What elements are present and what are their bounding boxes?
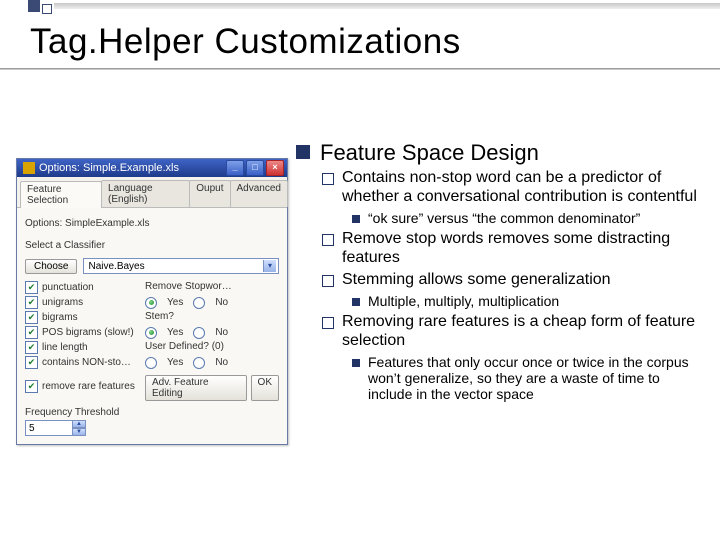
radio-yes[interactable]	[145, 327, 157, 339]
check-bigrams[interactable]: ✔bigrams	[25, 311, 145, 324]
bullet-l3: Multiple, multiply, multiplication	[352, 293, 706, 309]
check-unigrams[interactable]: ✔unigrams	[25, 296, 145, 309]
select-classifier-label: Select a Classifier	[25, 240, 105, 251]
close-button[interactable]: ×	[266, 160, 284, 176]
check-contains-nonstop[interactable]: ✔contains NON-sto…	[25, 356, 145, 369]
radio-no[interactable]	[193, 297, 205, 309]
radio-remove-stopwords[interactable]: Yes No	[145, 296, 279, 309]
options-window: Options: Simple.Example.xls _ □ × Featur…	[16, 158, 288, 445]
radio-yes[interactable]	[145, 297, 157, 309]
bullet-l2: Remove stop words removes some distracti…	[322, 230, 706, 267]
slide-title-underline	[0, 68, 720, 70]
tab-output[interactable]: Ouput	[189, 180, 230, 207]
adv-feature-editing-button[interactable]: Adv. Feature Editing	[145, 375, 247, 401]
small-square-bullet-icon	[352, 359, 360, 367]
hollow-square-bullet-icon	[322, 317, 334, 329]
bullet-l2: Removing rare features is a cheap form o…	[322, 313, 706, 350]
choose-button[interactable]: Choose	[25, 259, 77, 274]
frequency-threshold-input[interactable]	[25, 420, 73, 436]
square-bullet-icon	[296, 145, 310, 159]
small-square-bullet-icon	[352, 215, 360, 223]
radio-no[interactable]	[193, 327, 205, 339]
radio-no[interactable]	[193, 357, 205, 369]
options-file-label: Options: SimpleExample.xls	[25, 218, 150, 229]
titlebar[interactable]: Options: Simple.Example.xls _ □ ×	[17, 159, 287, 177]
tab-feature-selection[interactable]: Feature Selection	[20, 181, 102, 208]
check-pos-bigrams[interactable]: ✔POS bigrams (slow!)	[25, 326, 145, 339]
slide-header-decoration	[28, 0, 98, 14]
radio-user-defined[interactable]: Yes No	[145, 356, 279, 369]
bullet-l2: Contains non-stop word can be a predicto…	[322, 169, 706, 206]
tab-advanced[interactable]: Advanced	[230, 180, 288, 207]
classifier-dropdown[interactable]: Naive.Bayes ▾	[83, 258, 279, 274]
chevron-down-icon: ▾	[263, 260, 276, 272]
check-remove-rare[interactable]: ✔remove rare features	[25, 371, 145, 401]
maximize-button[interactable]: □	[246, 160, 264, 176]
radio-yes[interactable]	[145, 357, 157, 369]
hollow-square-bullet-icon	[322, 173, 334, 185]
bullet-l1: Feature Space Design	[296, 140, 706, 165]
window-title: Options: Simple.Example.xls	[39, 162, 224, 174]
label-user-defined: User Defined? (0)	[145, 341, 279, 354]
ok-button[interactable]: OK	[251, 375, 279, 401]
check-line-length[interactable]: ✔line length	[25, 341, 145, 354]
window-icon	[23, 162, 35, 174]
hollow-square-bullet-icon	[322, 234, 334, 246]
panel: Options: SimpleExample.xls Select a Clas…	[17, 208, 287, 444]
small-square-bullet-icon	[352, 298, 360, 306]
minimize-button[interactable]: _	[226, 160, 244, 176]
check-punctuation[interactable]: ✔punctuation	[25, 281, 145, 294]
slide-title: Tag.Helper Customizations	[30, 22, 461, 62]
label-stem: Stem?	[145, 311, 279, 324]
spin-down-icon[interactable]: ▼	[73, 428, 86, 436]
tabstrip: Feature Selection Language (English) Oup…	[17, 177, 287, 208]
bullet-l3: “ok sure” versus “the common denominator…	[352, 210, 706, 226]
label-remove-stopwords: Remove Stopwor…	[145, 281, 279, 294]
tab-language[interactable]: Language (English)	[101, 180, 190, 207]
bullet-l3: Features that only occur once or twice i…	[352, 354, 706, 402]
bullet-l2: Stemming allows some generalization	[322, 271, 706, 289]
hollow-square-bullet-icon	[322, 275, 334, 287]
radio-stem[interactable]: Yes No	[145, 326, 279, 339]
frequency-threshold-label: Frequency Threshold	[25, 407, 119, 418]
spin-up-icon[interactable]: ▲	[73, 420, 86, 428]
slide-content: Feature Space Design Contains non-stop w…	[296, 140, 706, 407]
classifier-value: Naive.Bayes	[88, 261, 144, 272]
frequency-threshold-spinner[interactable]: ▲▼	[25, 420, 86, 436]
